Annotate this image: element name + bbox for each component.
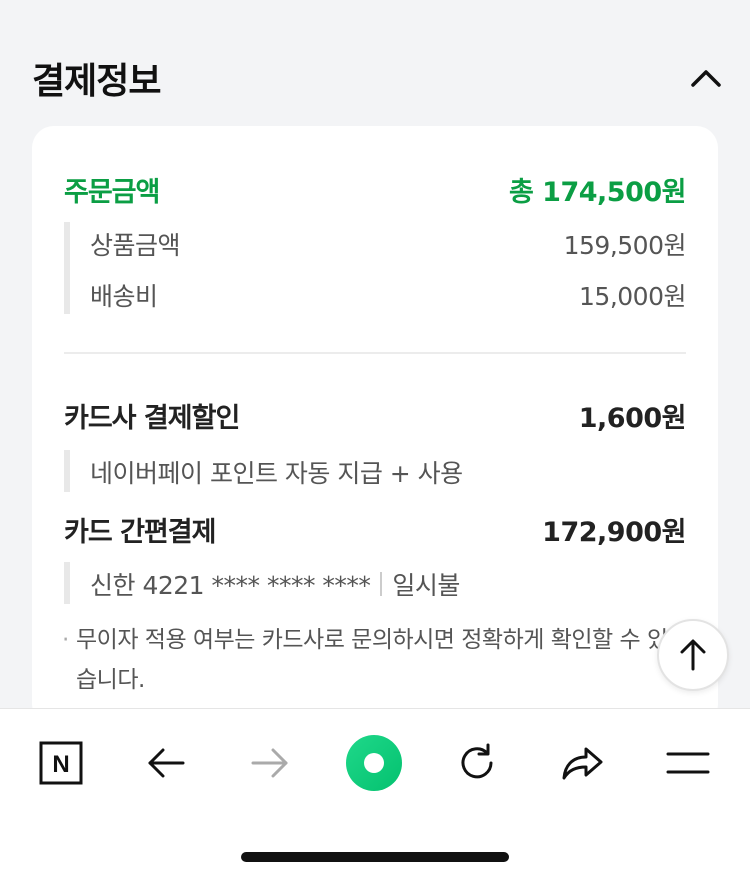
interest-free-notice: · 무이자 적용 여부는 카드사로 문의하시면 정확하게 확인할 수 있습니다.: [62, 620, 672, 700]
card-discount-value: 1,600원: [578, 403, 687, 434]
shipping-fee-row: 배송비 15,000원: [90, 277, 686, 313]
arrow-left-icon: [148, 748, 185, 778]
order-amount-total: 총 174,500원: [508, 177, 687, 208]
section-title: 결제정보: [32, 61, 161, 102]
discount-detail: 네이버페이 포인트 자동 지급 + 사용: [90, 459, 463, 488]
scroll-top-button[interactable]: [657, 619, 729, 691]
home-indicator: [241, 852, 509, 862]
arrow-up-icon: [680, 639, 706, 671]
card-discount-row: 카드사 결제할인 1,600원: [64, 396, 687, 435]
order-amount-label: 주문금액: [64, 177, 160, 208]
discount-detail-bar: [64, 450, 70, 492]
collapse-button[interactable]: [684, 58, 728, 98]
card-detail: 신한 4221 **** **** **** 일시불: [90, 566, 460, 602]
payment-info-card: 주문금액 총 174,500원 상품금액 159,500원 배송비 15,000…: [32, 126, 718, 726]
card-payment-value: 172,900원: [542, 517, 686, 548]
notice-bullet: ·: [62, 627, 69, 653]
greendot-button[interactable]: [342, 731, 406, 795]
notice-text: 무이자 적용 여부는 카드사로 문의하시면 정확하게 확인할 수 있습니다.: [76, 627, 668, 693]
discount-detail-row: 네이버페이 포인트 자동 지급 + 사용: [90, 454, 686, 490]
shipping-fee-value: 15,000원: [579, 282, 686, 311]
shipping-fee-label: 배송비: [90, 282, 158, 311]
product-amount-row: 상품금액 159,500원: [90, 226, 687, 262]
card-discount-label: 카드사 결제할인: [64, 403, 240, 434]
browser-toolbar: N: [0, 708, 750, 872]
refresh-button[interactable]: [445, 731, 509, 795]
product-amount-label: 상품금액: [90, 231, 181, 260]
chevron-up-icon: [691, 70, 721, 87]
refresh-icon: [461, 743, 493, 779]
sub-items-bar: [64, 222, 70, 314]
divider: [64, 352, 686, 354]
naver-home-button[interactable]: N: [29, 731, 93, 795]
back-button[interactable]: [134, 731, 198, 795]
share-button[interactable]: [550, 731, 614, 795]
forward-button[interactable]: [238, 731, 302, 795]
share-arrow-icon: [562, 747, 603, 780]
naver-n-icon: N: [39, 741, 83, 785]
menu-icon: [666, 752, 710, 774]
product-amount-value: 159,500원: [563, 231, 687, 260]
menu-button[interactable]: [656, 731, 720, 795]
arrow-right-icon: [251, 748, 288, 778]
naver-n-letter: N: [52, 751, 69, 778]
order-amount-row: 주문금액 총 174,500원: [64, 170, 687, 209]
greendot-icon: [346, 735, 402, 791]
card-number: 신한 4221 **** **** ****: [90, 571, 371, 600]
payment-info-header: 결제정보: [0, 0, 750, 126]
card-detail-bar: [64, 562, 70, 604]
card-payment-label: 카드 간편결제: [64, 517, 216, 548]
card-payment-row: 카드 간편결제 172,900원: [64, 510, 686, 549]
installment-type: 일시불: [392, 571, 460, 600]
card-detail-row: 신한 4221 **** **** **** 일시불: [90, 566, 686, 602]
separator: [380, 572, 383, 596]
